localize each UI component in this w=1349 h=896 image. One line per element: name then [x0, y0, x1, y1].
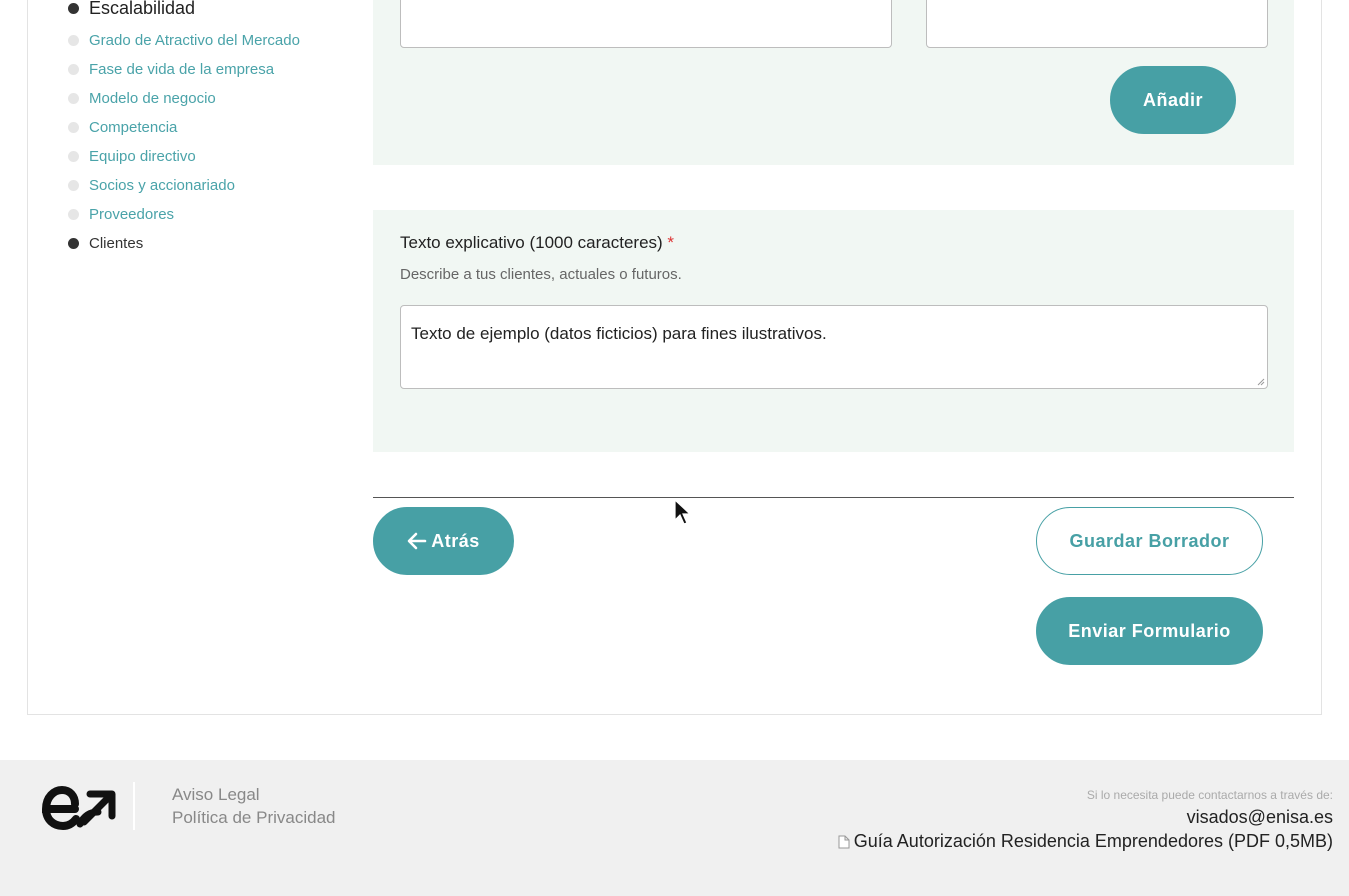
sidebar-item-socios[interactable]: Socios y accionariado — [68, 177, 235, 194]
step-dot — [68, 151, 79, 162]
sidebar-item-label: Escalabilidad — [89, 0, 196, 18]
sidebar-item-clientes[interactable]: Clientes — [68, 235, 143, 252]
guide-link-label: Guía Autorización Residencia Emprendedor… — [853, 831, 1333, 851]
sidebar-item-label: Proveedores — [89, 206, 175, 223]
sidebar-item-competencia[interactable]: Competencia — [68, 119, 177, 136]
sidebar-item-equipo-directivo[interactable]: Equipo directivo — [68, 148, 196, 165]
sidebar-item-modelo-negocio[interactable]: Modelo de negocio — [68, 90, 216, 107]
enisa-logo-icon[interactable] — [40, 782, 118, 834]
contact-email-link[interactable]: visados@enisa.es — [1187, 807, 1333, 828]
step-dot — [68, 209, 79, 220]
contact-note: Si lo necesita puede contactarnos a trav… — [1086, 788, 1333, 802]
resize-handle-icon[interactable] — [1257, 378, 1265, 386]
sidebar-item-escalabilidad[interactable]: Escalabilidad — [68, 0, 195, 19]
footer: Aviso Legal Política de Privacidad Si lo… — [0, 760, 1349, 896]
privacy-policy-link[interactable]: Política de Privacidad — [172, 808, 335, 828]
field-label-text: Texto explicativo (1000 caracteres) — [400, 233, 663, 252]
sidebar-item-label: Socios y accionariado — [89, 177, 235, 194]
step-dot — [68, 64, 79, 75]
sidebar-item-label: Clientes — [89, 235, 144, 252]
sidebar-item-proveedores[interactable]: Proveedores — [68, 206, 174, 223]
save-draft-button[interactable]: Guardar Borrador — [1036, 507, 1263, 575]
step-dot — [68, 180, 79, 191]
divider — [373, 497, 1294, 498]
field-help: Describe a tus clientes, actuales o futu… — [400, 266, 682, 283]
sidebar-item-mercado[interactable]: Grado de Atractivo del Mercado — [68, 32, 300, 49]
back-button-label: Atrás — [431, 530, 480, 551]
required-mark: * — [667, 233, 675, 252]
sidebar-item-label: Equipo directivo — [89, 148, 196, 165]
clients-text-section: Texto explicativo (1000 caracteres) * De… — [373, 210, 1294, 452]
back-button[interactable]: Atrás — [373, 507, 514, 575]
sidebar-item-label: Competencia — [89, 119, 178, 136]
client-detail-input[interactable] — [926, 0, 1268, 48]
submit-form-button[interactable]: Enviar Formulario — [1036, 597, 1263, 665]
mouse-cursor-icon — [674, 499, 692, 525]
clients-textarea[interactable]: Texto de ejemplo (datos ficticios) para … — [400, 305, 1268, 389]
arrow-left-icon — [407, 532, 427, 550]
sidebar-item-label: Fase de vida de la empresa — [89, 61, 275, 78]
step-dot — [68, 238, 79, 249]
client-entry-section: Añadir — [373, 0, 1294, 165]
step-dot — [68, 122, 79, 133]
client-name-input[interactable] — [400, 0, 892, 48]
footer-separator — [133, 782, 135, 830]
step-dot — [68, 35, 79, 46]
page: Escalabilidad Grado de Atractivo del Mer… — [0, 0, 1349, 896]
sidebar-item-fase-vida[interactable]: Fase de vida de la empresa — [68, 61, 274, 78]
legal-notice-link[interactable]: Aviso Legal — [172, 785, 260, 805]
add-button[interactable]: Añadir — [1110, 66, 1236, 134]
field-label: Texto explicativo (1000 caracteres) * — [400, 233, 674, 253]
sidebar-item-label: Modelo de negocio — [89, 90, 216, 107]
step-dot — [68, 93, 79, 104]
textarea-value: Texto de ejemplo (datos ficticios) para … — [411, 324, 827, 343]
guide-pdf-link[interactable]: Guía Autorización Residencia Emprendedor… — [838, 831, 1333, 852]
step-dot — [68, 3, 79, 14]
sidebar-item-label: Grado de Atractivo del Mercado — [89, 32, 300, 49]
document-icon — [838, 835, 850, 848]
